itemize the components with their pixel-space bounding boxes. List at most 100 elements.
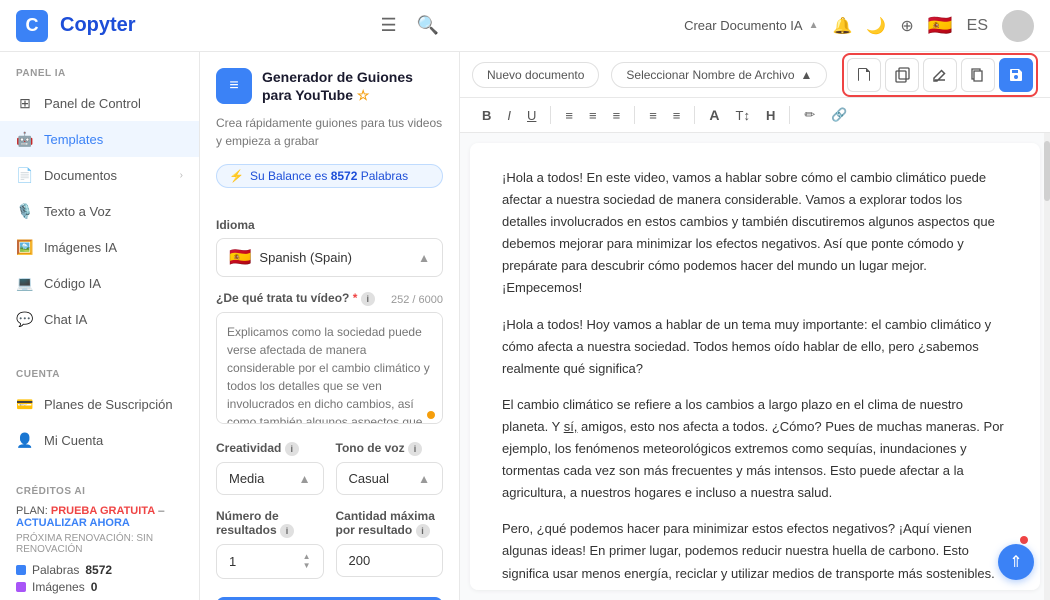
sidebar-item-mi-cuenta[interactable]: 👤 Mi Cuenta xyxy=(0,422,199,458)
cantidad-col: Cantidad máxima por resultado i 200 xyxy=(336,495,444,579)
info-icon[interactable]: i xyxy=(361,292,375,306)
duplicate-button[interactable] xyxy=(961,58,995,92)
edit-button[interactable] xyxy=(923,58,957,92)
imagenes-credit: Imágenes 0 xyxy=(16,580,183,594)
underline-button[interactable]: U xyxy=(521,105,542,126)
scrollbar-thumb[interactable] xyxy=(1044,141,1050,201)
numero-label: Número de resultados i xyxy=(216,509,324,538)
numero-col: Número de resultados i 1 ▲ ▼ xyxy=(216,495,324,579)
align-center-button[interactable]: ≡ xyxy=(583,105,603,126)
es-label[interactable]: ES xyxy=(967,17,988,35)
heading-button[interactable]: H xyxy=(760,105,781,126)
right-panel: Nuevo documento Seleccionar Nombre de Ar… xyxy=(460,52,1050,600)
creatividad-select[interactable]: Media ▲ xyxy=(216,462,324,495)
link-button[interactable]: 🔗 xyxy=(825,104,853,126)
sidebar-item-planes[interactable]: 💳 Planes de Suscripción xyxy=(0,386,199,422)
sidebar-item-codigo-ia[interactable]: 💻 Código IA xyxy=(0,265,199,301)
ai-icon: 🤖 xyxy=(16,130,34,148)
new-doc-button[interactable] xyxy=(847,58,881,92)
creatividad-label: Creatividad i xyxy=(216,441,324,456)
tono-col: Tono de voz i Casual ▲ xyxy=(336,427,444,495)
copy-button[interactable] xyxy=(885,58,919,92)
paragraph-2: ¡Hola a todos! Hoy vamos a hablar de un … xyxy=(502,314,1008,380)
image-icon: 🖼️ xyxy=(16,238,34,256)
star-icon[interactable]: ☆ xyxy=(357,87,370,103)
sidebar-item-documentos[interactable]: 📄 Documentos › xyxy=(0,157,199,193)
numero-info-icon[interactable]: i xyxy=(280,524,294,538)
brush-button[interactable]: ✏ xyxy=(798,104,821,126)
paragraph-3: El cambio climático se refiere a los cam… xyxy=(502,394,1008,504)
sidebar-item-panel-control[interactable]: ⊞ Panel de Control xyxy=(0,85,199,121)
lang-name: Spanish (Spain) xyxy=(259,250,410,265)
numero-up-arrow[interactable]: ▲ xyxy=(303,553,311,561)
idioma-label: Idioma xyxy=(216,218,443,232)
bolt-icon: ⚡ xyxy=(229,169,244,183)
imagenes-dot xyxy=(16,582,26,592)
grid-icon: ⊞ xyxy=(16,94,34,112)
sidebar-item-chat-ia[interactable]: 💬 Chat IA xyxy=(0,301,199,337)
sidebar-item-texto-voz[interactable]: 🎙️ Texto a Voz xyxy=(0,193,199,229)
renovacion-row: PRÓXIMA RENOVACIÓN: SIN RENOVACIÓN xyxy=(16,533,183,555)
unordered-list-button[interactable]: ≡ xyxy=(667,105,687,126)
user-icon: 👤 xyxy=(16,431,34,449)
user-avatar[interactable] xyxy=(1002,10,1034,42)
hamburger-icon[interactable]: ☰ xyxy=(377,11,401,40)
cantidad-info-icon[interactable]: i xyxy=(416,524,430,538)
imagenes-count: 0 xyxy=(91,580,98,594)
tool-btn-group xyxy=(842,53,1038,97)
chevron-up-icon: ▲ xyxy=(809,20,819,31)
arrow-right-icon: › xyxy=(180,170,183,181)
search-icon[interactable]: 🔍 xyxy=(413,11,443,40)
italic-button[interactable]: I xyxy=(501,105,517,126)
lang-flag: 🇪🇸 xyxy=(229,247,251,268)
seleccionar-chevron-icon: ▲ xyxy=(801,68,813,82)
sidebar-item-templates[interactable]: 🤖 Templates xyxy=(0,121,199,157)
creatividad-chevron-icon: ▲ xyxy=(299,472,311,486)
palabras-label: Palabras xyxy=(32,563,79,577)
language-select[interactable]: 🇪🇸 Spanish (Spain) ▲ xyxy=(216,238,443,277)
formatting-bar: B I U ≡ ≡ ≡ ≡ ≡ A T↕ H ✏ 🔗 xyxy=(460,98,1050,133)
save-button[interactable] xyxy=(999,58,1033,92)
seleccionar-nombre-button[interactable]: Seleccionar Nombre de Archivo ▲ xyxy=(611,62,827,88)
logo-text: Copyter xyxy=(60,14,136,37)
bold-button[interactable]: B xyxy=(476,105,497,126)
creatividad-tono-row: Creatividad i Media ▲ Tono de voz i Casu… xyxy=(216,427,443,495)
sidebar-label-documentos: Documentos xyxy=(44,168,170,183)
panel-ia-title: PANEL IA xyxy=(0,52,199,85)
actualizar-link[interactable]: ACTUALIZAR AHORA xyxy=(16,517,130,529)
right-content-area: ¡Hola a todos! En este video, vamos a ha… xyxy=(460,133,1050,600)
creatividad-info-icon[interactable]: i xyxy=(285,442,299,456)
creatividad-col: Creatividad i Media ▲ xyxy=(216,427,324,495)
expand-icon[interactable]: ⊕ xyxy=(900,16,913,36)
editor-area[interactable]: ¡Hola a todos! En este video, vamos a ha… xyxy=(470,143,1040,590)
align-right-button[interactable]: ≡ xyxy=(607,105,627,126)
ordered-list-button[interactable]: ≡ xyxy=(643,105,663,126)
tono-info-icon[interactable]: i xyxy=(408,442,422,456)
scrollbar-track xyxy=(1044,133,1050,600)
font-size-button[interactable]: T↕ xyxy=(730,105,756,126)
fmt-sep-1 xyxy=(550,106,551,124)
fmt-sep-3 xyxy=(694,106,695,124)
crear-documento-button[interactable]: Crear Documento IA ▲ xyxy=(684,18,818,33)
template-description: Crea rápidamente guiones para tus videos… xyxy=(216,114,443,150)
nuevo-documento-tab[interactable]: Nuevo documento xyxy=(472,62,599,88)
top-navigation: C Copyter ☰ 🔍 Crear Documento IA ▲ 🔔 🌙 ⊕… xyxy=(0,0,1050,52)
numero-down-arrow[interactable]: ▼ xyxy=(303,562,311,570)
align-left-button[interactable]: ≡ xyxy=(559,105,579,126)
imagenes-label: Imágenes xyxy=(32,580,85,594)
tono-select[interactable]: Casual ▲ xyxy=(336,462,444,495)
scroll-to-top-button[interactable]: ⇑ xyxy=(998,544,1034,580)
editor-top-bar: Nuevo documento Seleccionar Nombre de Ar… xyxy=(460,52,1050,98)
notifications-icon[interactable]: 🔔 xyxy=(832,16,852,36)
de-que-textarea[interactable] xyxy=(216,312,443,424)
template-header: ≡ Generador de Guiones para YouTube ☆ xyxy=(216,68,443,104)
sidebar-item-imagenes-ia[interactable]: 🖼️ Imágenes IA xyxy=(0,229,199,265)
language-flag[interactable]: 🇪🇸 xyxy=(928,13,953,38)
numero-arrows[interactable]: ▲ ▼ xyxy=(303,553,311,570)
lang-chevron-icon: ▲ xyxy=(418,251,430,265)
font-color-button[interactable]: A xyxy=(703,104,725,126)
cantidad-value: 200 xyxy=(349,553,371,568)
doc-tools-right xyxy=(842,53,1038,97)
template-title: Generador de Guiones para YouTube ☆ xyxy=(262,68,443,104)
moon-icon[interactable]: 🌙 xyxy=(866,16,886,36)
